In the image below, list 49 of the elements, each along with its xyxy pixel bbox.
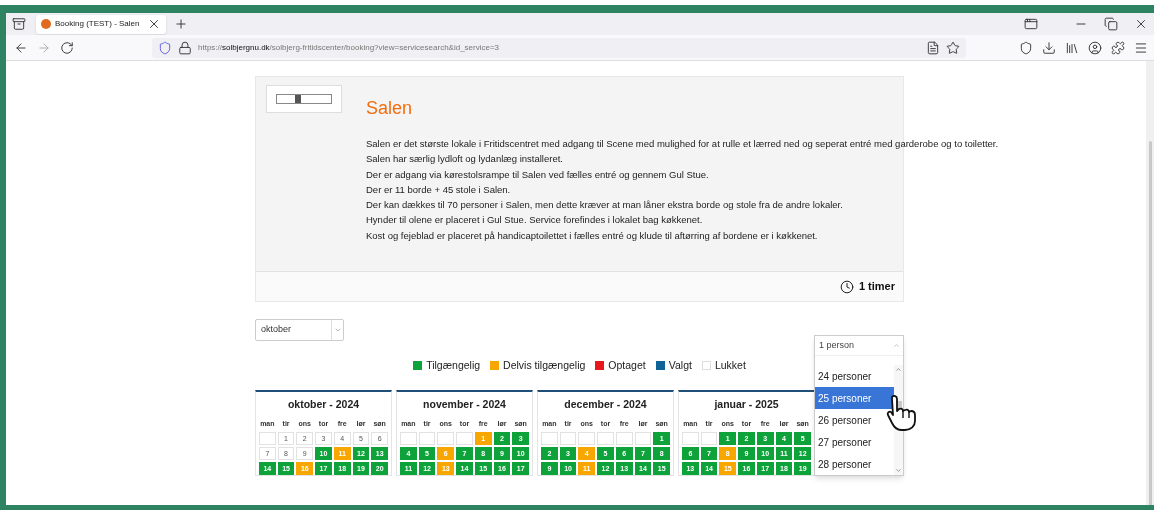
window-icon[interactable] — [1024, 17, 1038, 31]
close-icon[interactable] — [147, 17, 161, 31]
menu-icon[interactable] — [1134, 40, 1148, 55]
account-icon[interactable] — [1088, 40, 1102, 55]
description-line: Kost og fejeblad er placeret på handicaptoilettet i fælles entré og klude til aftørring af bordene er i køkkenet. — [366, 228, 819, 243]
month-title: december - 2024 — [563, 397, 648, 411]
description-line: Der er 11 borde + 45 stole i Salen. — [366, 182, 512, 197]
close-icon[interactable] — [1134, 17, 1148, 31]
favicon-icon — [41, 19, 51, 29]
archive-icon[interactable] — [12, 17, 26, 31]
dropdown-option[interactable]: 24 personer — [815, 365, 894, 387]
description-line: Der er adgang via kørestolsrampe til Salen ved fælles entré og gennem Gul Stue. — [366, 167, 710, 182]
month-title: oktober - 2024 — [286, 397, 361, 411]
tab-title: Booking (TEST) - Salen — [55, 18, 141, 30]
description-line: Hynder til olene er placeret i Gul Stue. Service forefindes i lokalet bag køkkenet. — [366, 213, 704, 228]
legend-label: Lukket — [714, 358, 746, 374]
back-icon[interactable] — [14, 40, 28, 55]
description-line: Salen er det største lokale i Fritidscentret med adgang til Scene med mulighed for at rulle et lærred ned og seperat entré med garderobe og to toiletter. — [366, 137, 999, 151]
new-tab-icon[interactable] — [174, 17, 188, 31]
caret-icon — [893, 342, 900, 349]
persons-value: 1 person — [818, 338, 856, 352]
month-title: november - 2024 — [422, 397, 507, 411]
reader-icon[interactable] — [926, 40, 940, 55]
description-line: Salen har særlig lydloft og lydanlæg installeret. — [366, 152, 564, 167]
download-icon[interactable] — [1042, 40, 1056, 55]
url-text: https://solbjergnu.dk/solbjerg-fritidscenter/booking?view=servicesearch&id_service=3 — [198, 41, 501, 54]
extensions-icon[interactable] — [1111, 40, 1125, 55]
dropdown-option[interactable]: 27 personer — [815, 431, 894, 453]
service-title: Salen — [366, 97, 414, 119]
reload-icon[interactable] — [60, 40, 74, 55]
legend-label: Valgt — [668, 358, 692, 374]
duration-text: 1 timer — [858, 279, 895, 295]
month-title: januar - 2025 — [713, 397, 780, 411]
shield-icon — [158, 40, 172, 55]
clock-icon — [839, 279, 854, 294]
month-select[interactable]: oktober — [255, 319, 344, 342]
library-icon[interactable] — [1065, 40, 1079, 55]
legend-label: Tilgængelig — [426, 358, 481, 374]
description-line: Der kan dækkes til 70 personer i Salen, men dette kræver at man låner ekstra borde og stole fra de andre lokaler. — [366, 198, 844, 213]
dropdown-option[interactable]: 28 personer — [815, 453, 894, 475]
legend-label: Optaget — [608, 358, 646, 374]
browser-tab[interactable]: Booking (TEST) - Salen — [36, 14, 166, 34]
persons-dropdown[interactable]: 1 person 24 personer 25 personer 26 personer 27 personer 28 personer — [814, 335, 904, 476]
address-bar[interactable]: https://solbjergnu.dk/solbjerg-fritidscenter/booking?view=servicesearch&id_service=3 — [152, 37, 966, 58]
dropdown-option[interactable]: 25 personer — [815, 387, 894, 409]
lock-icon — [178, 40, 192, 55]
star-icon[interactable] — [946, 40, 960, 55]
legend-label: Delvis tilgængelig — [503, 358, 586, 374]
restore-icon[interactable] — [1104, 17, 1118, 31]
